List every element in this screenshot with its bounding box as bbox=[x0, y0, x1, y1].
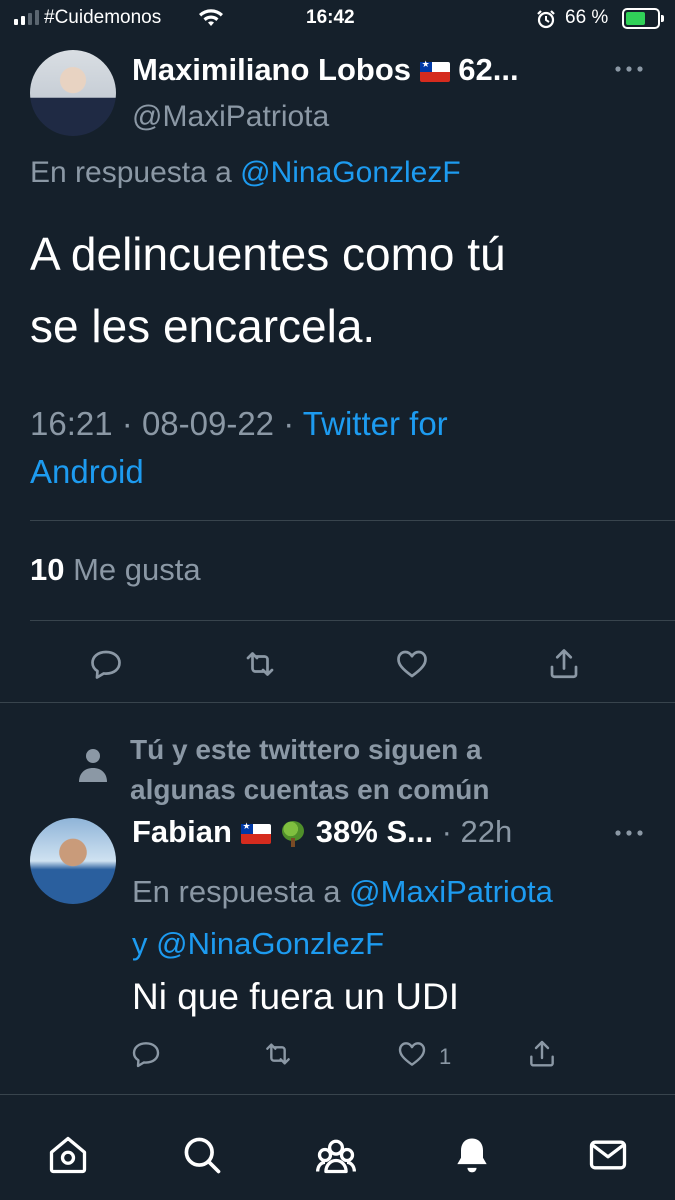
likes-summary[interactable]: 10 Me gusta bbox=[30, 552, 201, 588]
retweet-icon[interactable] bbox=[242, 646, 278, 682]
clock: 16:42 bbox=[306, 7, 355, 28]
like-count: 1 bbox=[439, 1044, 452, 1069]
communities-icon[interactable] bbox=[314, 1133, 358, 1177]
share-icon[interactable] bbox=[546, 646, 582, 682]
tree-emoji-icon bbox=[279, 820, 307, 848]
tweet-source[interactable]: Twitter for bbox=[303, 405, 448, 442]
reply-context: En respuesta a @NinaGonzlezF bbox=[30, 156, 461, 190]
tweet-metadata: 16:21 · 08-09-22 · Twitter for Android bbox=[30, 400, 448, 496]
share-icon[interactable] bbox=[526, 1038, 558, 1070]
tweet-text-line: se les encarcela. bbox=[30, 300, 376, 352]
tweet-source-cont[interactable]: Android bbox=[30, 448, 448, 496]
reply-icon[interactable] bbox=[88, 646, 124, 682]
heart-icon[interactable] bbox=[394, 646, 430, 682]
more-horizontal-icon[interactable] bbox=[614, 828, 644, 838]
retweet-icon[interactable] bbox=[262, 1038, 294, 1070]
reply-icon[interactable] bbox=[130, 1038, 162, 1070]
bottom-nav bbox=[0, 1095, 675, 1200]
reply-mention[interactable]: @NinaGonzlezF bbox=[156, 926, 384, 961]
person-icon bbox=[79, 749, 107, 782]
author-name-suffix: 38% S... bbox=[315, 814, 433, 849]
reply-text: Ni que fuera un UDI bbox=[132, 976, 460, 1017]
tweet-date: 08-09-22 bbox=[141, 405, 275, 442]
divider bbox=[30, 620, 675, 621]
search-icon[interactable] bbox=[180, 1133, 224, 1177]
likes-label: Me gusta bbox=[73, 552, 201, 587]
author-name: Maximiliano Lobos bbox=[132, 52, 412, 87]
divider bbox=[0, 702, 675, 703]
chile-flag-icon bbox=[419, 59, 450, 82]
bell-icon[interactable] bbox=[450, 1133, 494, 1177]
tweet-author[interactable]: Maximiliano Lobos 62... bbox=[132, 52, 519, 88]
tweet-time: 16:21 bbox=[30, 405, 113, 442]
reply-age: 22h bbox=[460, 814, 513, 849]
reply-prefix: En respuesta a bbox=[132, 874, 341, 909]
reply-context: En respuesta a @MaxiPatriota y @NinaGonz… bbox=[132, 874, 553, 961]
tweet-text: A delincuentes como tú se les encarcela. bbox=[30, 218, 506, 362]
battery-icon bbox=[622, 8, 660, 29]
reply-prefix: En respuesta a bbox=[30, 156, 232, 189]
avatar[interactable] bbox=[30, 50, 116, 136]
carrier-label: #Cuidemonos bbox=[44, 7, 162, 28]
alarm-icon bbox=[537, 10, 555, 29]
author-name: Fabian bbox=[132, 814, 232, 849]
avatar[interactable] bbox=[30, 818, 116, 904]
reply-mention[interactable]: @NinaGonzlezF bbox=[240, 156, 461, 189]
reply-author-line[interactable]: Fabian 38% S... · 22h bbox=[132, 814, 512, 850]
author-name-suffix: 62... bbox=[458, 52, 519, 87]
signal-strength-icon bbox=[14, 10, 39, 25]
status-bar: #Cuidemonos 16:42 66 % bbox=[0, 0, 675, 36]
social-context: Tú y este twittero siguen a algunas cuen… bbox=[130, 734, 490, 805]
battery-percent: 66 % bbox=[565, 7, 609, 28]
author-handle[interactable]: @MaxiPatriota bbox=[132, 100, 329, 134]
wifi-icon bbox=[199, 9, 223, 26]
divider bbox=[30, 520, 675, 521]
more-horizontal-icon[interactable] bbox=[614, 64, 644, 74]
mail-icon[interactable] bbox=[586, 1133, 630, 1177]
reply-mention[interactable]: @MaxiPatriota bbox=[349, 874, 553, 909]
home-icon[interactable] bbox=[46, 1133, 90, 1177]
tweet-text-line: A delincuentes como tú bbox=[30, 228, 506, 280]
likes-count: 10 bbox=[30, 552, 65, 587]
chile-flag-icon bbox=[240, 821, 271, 844]
heart-icon[interactable] bbox=[396, 1038, 428, 1070]
